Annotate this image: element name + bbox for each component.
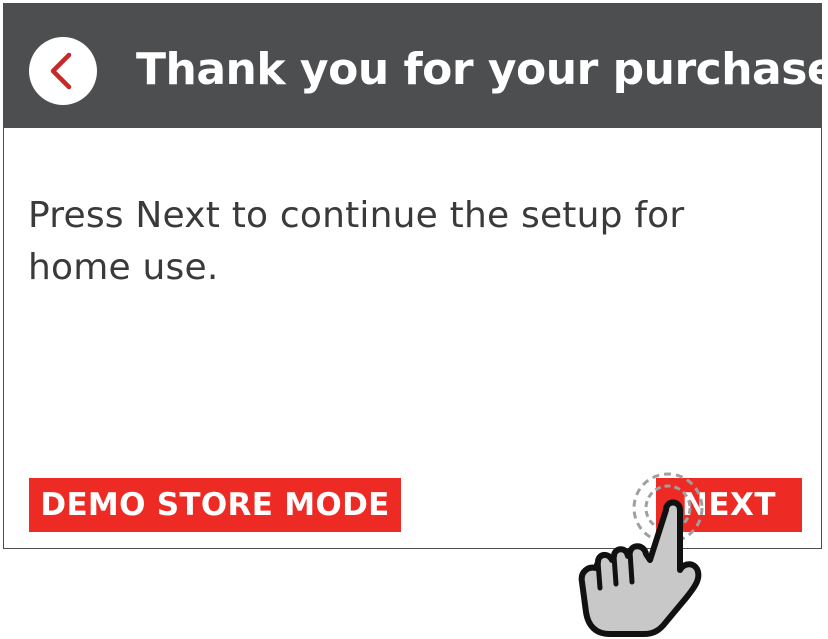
next-button[interactable]: NEXT xyxy=(656,478,802,532)
title-bar: Thank you for your purchase! xyxy=(4,4,828,128)
demo-store-mode-button[interactable]: DEMO STORE MODE xyxy=(29,478,401,532)
setup-message: Press Next to continue the setup for hom… xyxy=(28,195,685,288)
setup-screen: Thank you for your purchase! Press Next … xyxy=(3,3,828,549)
back-button[interactable] xyxy=(29,37,97,105)
device-display-figure: Thank you for your purchase! Press Next … xyxy=(0,0,828,639)
page-title: Thank you for your purchase! xyxy=(136,44,828,95)
chevron-left-icon xyxy=(50,52,72,90)
